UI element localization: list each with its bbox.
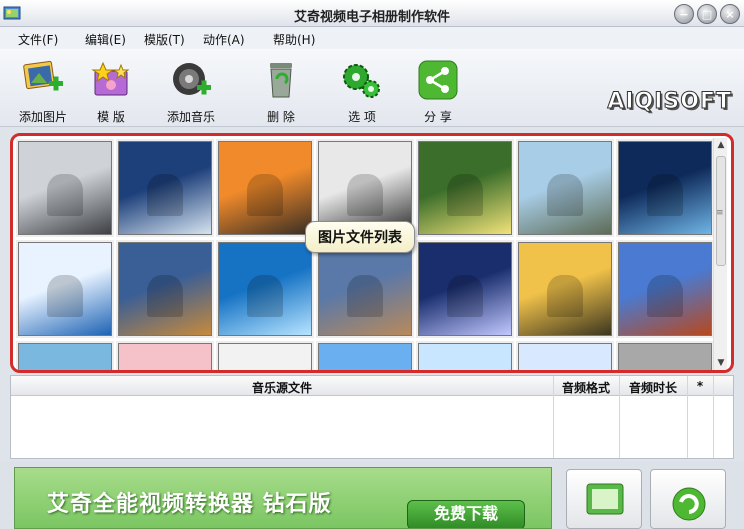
thumbnail-image xyxy=(546,275,584,317)
scroll-grip-icon: ≡ xyxy=(716,208,724,218)
thumbnail-eiffel-sunset[interactable] xyxy=(518,242,612,336)
menu-bar: 文件(F) 编辑(E) 模版(T) 动作(A) 帮助(H) xyxy=(0,27,744,49)
options-label: 选 项 xyxy=(348,110,376,124)
scroll-up-icon[interactable]: ▲ xyxy=(714,138,728,152)
share-icon xyxy=(418,60,458,100)
options-button[interactable]: 选 项 xyxy=(329,59,395,125)
gears-icon xyxy=(343,64,380,98)
scroll-down-icon[interactable]: ▼ xyxy=(714,356,728,370)
image-file-list[interactable]: ▲ ≡ ▼ 图片文件列表 xyxy=(10,133,734,373)
col-divider xyxy=(713,376,714,458)
delete-label: 删 除 xyxy=(267,110,295,124)
bottom-area: 艾奇全能视频转换器 钻石版 免费下载 xyxy=(0,461,744,529)
thumbnail-red-canyon[interactable] xyxy=(618,242,712,336)
thumbnail-image xyxy=(446,275,484,317)
col-divider xyxy=(553,376,554,458)
maximize-button[interactable]: □ xyxy=(697,4,717,24)
window-title: 艾奇视频电子相册制作软件 xyxy=(293,10,450,25)
thumbnail-duckling[interactable] xyxy=(418,141,512,235)
add-photo-icon xyxy=(23,60,63,91)
thumbnail-smiling-girl[interactable] xyxy=(218,343,312,370)
music-table-header: 音乐源文件 音频格式 音频时长 * xyxy=(11,376,733,396)
refresh-button[interactable] xyxy=(650,469,726,529)
col-audio-format[interactable]: 音频格式 xyxy=(553,379,619,396)
template-button[interactable]: 模 版 xyxy=(78,59,144,125)
thumbnail-image xyxy=(646,275,684,317)
col-star[interactable]: * xyxy=(687,379,713,393)
thumbnail-image xyxy=(146,174,184,216)
thumbnail-stonehenge[interactable] xyxy=(218,141,312,235)
menu-edit[interactable]: 编辑(E) xyxy=(85,31,126,48)
thumbnail-sydney-bridge[interactable] xyxy=(618,141,712,235)
ad-banner[interactable]: 艾奇全能视频转换器 钻石版 免费下载 xyxy=(14,467,552,529)
col-divider xyxy=(619,376,620,458)
free-download-button[interactable]: 免费下载 xyxy=(407,500,525,528)
thumbnail-image xyxy=(246,275,284,317)
trash-icon xyxy=(270,63,292,98)
thumbnail-image xyxy=(46,174,84,216)
refresh-icon xyxy=(672,487,706,521)
thumbnail-tower-bridge[interactable] xyxy=(418,242,512,336)
add-music-label: 添加音乐 xyxy=(166,110,215,124)
col-music-source[interactable]: 音乐源文件 xyxy=(11,379,553,396)
col-audio-duration[interactable]: 音频时长 xyxy=(619,379,687,396)
thumbnail-ferris-wheel[interactable] xyxy=(518,141,612,235)
thumbnail-pink-flower[interactable] xyxy=(118,343,212,370)
share-label: 分 享 xyxy=(424,110,452,124)
add-photo-button[interactable]: 添加图片 xyxy=(10,59,76,125)
banner-text: 艾奇全能视频转换器 钻石版 xyxy=(47,492,332,517)
menu-action[interactable]: 动作(A) xyxy=(203,31,245,48)
thumbnail-colosseum[interactable] xyxy=(118,242,212,336)
thumbnail-image xyxy=(46,275,84,317)
close-button[interactable]: × xyxy=(720,4,740,24)
thumbnail-earth-clouds[interactable] xyxy=(118,141,212,235)
music-table[interactable]: 音乐源文件 音频格式 音频时长 * xyxy=(10,375,734,459)
thumbnail-grid xyxy=(15,138,715,370)
minimize-button[interactable]: − xyxy=(674,4,694,24)
delete-button[interactable]: 删 除 xyxy=(248,59,314,125)
template-label: 模 版 xyxy=(97,110,125,124)
template-icon xyxy=(91,61,130,96)
add-music-button[interactable]: 添加音乐 xyxy=(158,59,224,125)
thumbnail-image xyxy=(646,174,684,216)
menu-template[interactable]: 模版(T) xyxy=(144,31,185,48)
menu-file[interactable]: 文件(F) xyxy=(18,31,58,48)
menu-help[interactable]: 帮助(H) xyxy=(273,31,315,48)
thumbnail-snow-sky[interactable] xyxy=(518,343,612,370)
col-divider xyxy=(687,376,688,458)
thumbnail-yellow-flowers[interactable] xyxy=(318,343,412,370)
image-list-callout: 图片文件列表 xyxy=(305,221,415,253)
preview-button[interactable] xyxy=(566,469,642,529)
thumbnail-image xyxy=(446,174,484,216)
thumbnail-image xyxy=(346,275,384,317)
picture-icon xyxy=(586,483,624,515)
thumbnail-castle[interactable] xyxy=(318,242,412,336)
thumbnail-image xyxy=(546,174,584,216)
thumbnail-eiffel-blue[interactable] xyxy=(18,242,112,336)
thumbnail-penguins[interactable] xyxy=(418,343,512,370)
brand-logo: AIQISOFT xyxy=(607,89,732,115)
thumbnail-image xyxy=(146,275,184,317)
thumbnail-koala[interactable] xyxy=(618,343,712,370)
toolbar: 添加图片 模 版 添加音乐 删 除 选 项 分 享 AIQISOFT xyxy=(0,49,744,127)
share-button[interactable]: 分 享 xyxy=(405,59,471,125)
thumbnail-image xyxy=(246,174,284,216)
thumbnail-water-splash[interactable] xyxy=(218,242,312,336)
thumbnail-eiffel-tower[interactable] xyxy=(18,141,112,235)
add-photo-label: 添加图片 xyxy=(18,110,67,124)
thumbnail-image xyxy=(346,174,384,216)
title-bar: 艾奇视频电子相册制作软件 − □ × xyxy=(0,0,744,27)
thumbnail-portrait-woman[interactable] xyxy=(18,343,112,370)
add-music-icon xyxy=(173,63,211,95)
grid-scrollbar[interactable]: ▲ ≡ ▼ xyxy=(713,138,727,370)
